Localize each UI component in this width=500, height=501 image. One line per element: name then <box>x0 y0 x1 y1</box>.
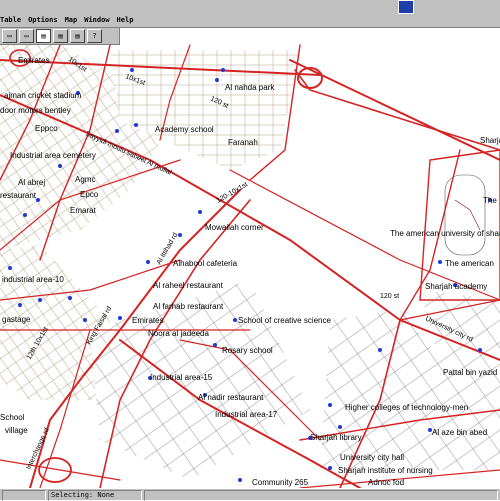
label-adnoc-fod: Adnoc fod <box>368 478 404 487</box>
label-epco: Epco <box>80 190 99 199</box>
label-faranah: Faranah <box>228 138 258 147</box>
label-door-motors: door motors bentley <box>0 106 71 115</box>
road-label-interchange: Interchange rd <box>25 427 50 471</box>
label-eppco: Eppco <box>35 124 58 133</box>
menu-bar: Table Options Map Window Help <box>0 0 500 28</box>
window-control-icon[interactable] <box>398 0 414 14</box>
label-industrial-area-15: Industrial area-15 <box>150 373 213 382</box>
menu-window[interactable]: Window <box>84 16 109 24</box>
label-pattal-bin-yazid: Pattal bin yazid <box>443 368 497 377</box>
label-al-raheel: Al raheel restaurant <box>153 281 224 290</box>
label-american-university: The american university of sharjah <box>390 229 500 238</box>
label-al-aze-bin-abed: Al aze bin abed <box>432 428 487 437</box>
university-compound <box>419 149 500 301</box>
label-the-top: The <box>483 196 497 205</box>
label-industrial-area-10: industrial area-10 <box>2 275 64 284</box>
road-label-120st: 120 st <box>380 293 399 300</box>
label-higher-colleges: Higher colleges of technology-men <box>345 403 468 412</box>
label-sharjah-library: Sharjah library <box>310 433 362 442</box>
menu-items: Table Options Map Window Help <box>0 16 133 24</box>
label-restaurant: restaurant <box>0 191 37 200</box>
label-industrial-cemetery: Industrial area cemetery <box>10 151 96 160</box>
label-university-city-hall: University city hall <box>340 453 404 462</box>
label-the-american: The american <box>445 259 494 268</box>
map-canvas[interactable]: 10x1st 10x1st 120 st Sayyidi moulu sabee… <box>0 28 500 488</box>
label-sharjah-academy: Sharjah academy <box>425 282 487 291</box>
label-agmc: Agmc <box>75 175 95 184</box>
label-school-creative: School of creative science <box>238 316 331 325</box>
label-emirates: Emirates <box>18 56 50 65</box>
label-community-265: Community 265 <box>252 478 309 487</box>
label-academy-school: Academy school <box>155 125 214 134</box>
status-selecting-cell: Selecting: None <box>48 490 142 501</box>
label-school-left: School <box>0 413 25 422</box>
status-value: None <box>97 491 115 499</box>
menu-options[interactable]: Options <box>28 16 58 24</box>
menu-map[interactable]: Map <box>65 16 78 24</box>
label-al-farhab: Al farhab restaurant <box>153 302 224 311</box>
label-rosary-school: Rosary school <box>222 346 273 355</box>
label-al-nadir: Al nadir restaurant <box>198 393 264 402</box>
menu-help[interactable]: Help <box>117 16 134 24</box>
label-emirates-mid: Emirates <box>132 316 164 325</box>
label-noora-al-jadeeda: Noora al jadeeda <box>148 329 209 338</box>
label-al-nahda-park: Al nahda park <box>225 83 275 92</box>
label-industrial-area-17: Industrial area-17 <box>215 410 278 419</box>
status-empty-cell <box>2 490 46 501</box>
label-mowailah-corner: Mowailah corner <box>205 223 264 232</box>
status-info-cell <box>144 490 498 501</box>
status-label: Selecting: <box>51 491 94 499</box>
map-window[interactable]: 10x1st 10x1st 120 st Sayyidi moulu sabee… <box>0 28 500 488</box>
status-bar: Selecting: None <box>0 488 500 501</box>
label-alhabool-cafeteria: Alhabool cafeteria <box>173 259 238 268</box>
label-sharjah-nursing: Sharjah institute of nursing <box>338 466 433 475</box>
label-emarat: Emarat <box>70 206 97 215</box>
label-gastage: gastage <box>2 315 31 324</box>
label-village-left: village <box>5 426 28 435</box>
label-al-abrej: Al abrej <box>18 178 45 187</box>
menu-table[interactable]: Table <box>0 16 21 24</box>
label-ajman-cricket: ajman cricket stadium <box>4 91 82 100</box>
road-label-120-10x1st: 120-10x1st <box>216 181 250 204</box>
label-sharjah-top: Sharjah <box>480 136 500 145</box>
